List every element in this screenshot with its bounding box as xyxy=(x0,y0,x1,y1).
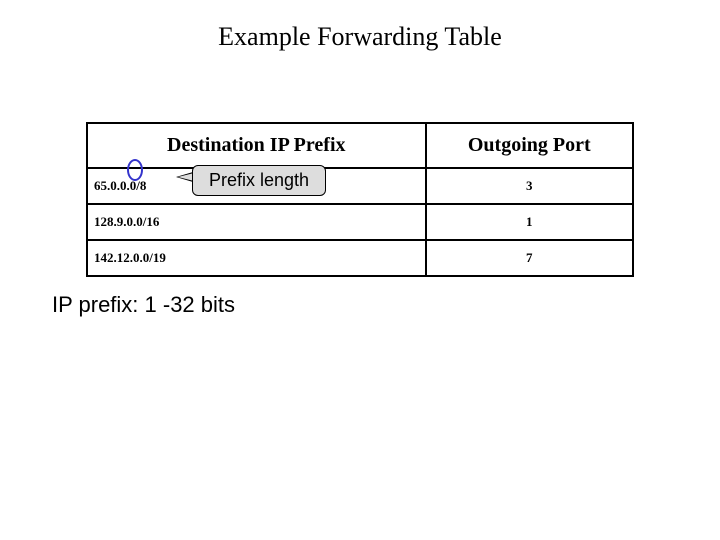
cell-port: 1 xyxy=(426,204,633,240)
cell-prefix: 128.9.0.0/16 xyxy=(87,204,426,240)
table-header-row: Destination IP Prefix Outgoing Port xyxy=(87,123,633,168)
col-header-port: Outgoing Port xyxy=(426,123,633,168)
table-row: 65.0.0.0/8 3 xyxy=(87,168,633,204)
cell-port: 7 xyxy=(426,240,633,276)
cell-port: 3 xyxy=(426,168,633,204)
page-title: Example Forwarding Table xyxy=(0,0,720,52)
forwarding-table: Destination IP Prefix Outgoing Port 65.0… xyxy=(86,122,634,277)
table-row: 142.12.0.0/19 7 xyxy=(87,240,633,276)
cell-prefix: 142.12.0.0/19 xyxy=(87,240,426,276)
col-header-prefix: Destination IP Prefix xyxy=(87,123,426,168)
forwarding-table-wrap: Destination IP Prefix Outgoing Port 65.0… xyxy=(86,122,634,277)
table-row: 128.9.0.0/16 1 xyxy=(87,204,633,240)
footnote-text: IP prefix: 1 -32 bits xyxy=(52,292,235,318)
prefix-length-callout: Prefix length xyxy=(192,165,326,196)
